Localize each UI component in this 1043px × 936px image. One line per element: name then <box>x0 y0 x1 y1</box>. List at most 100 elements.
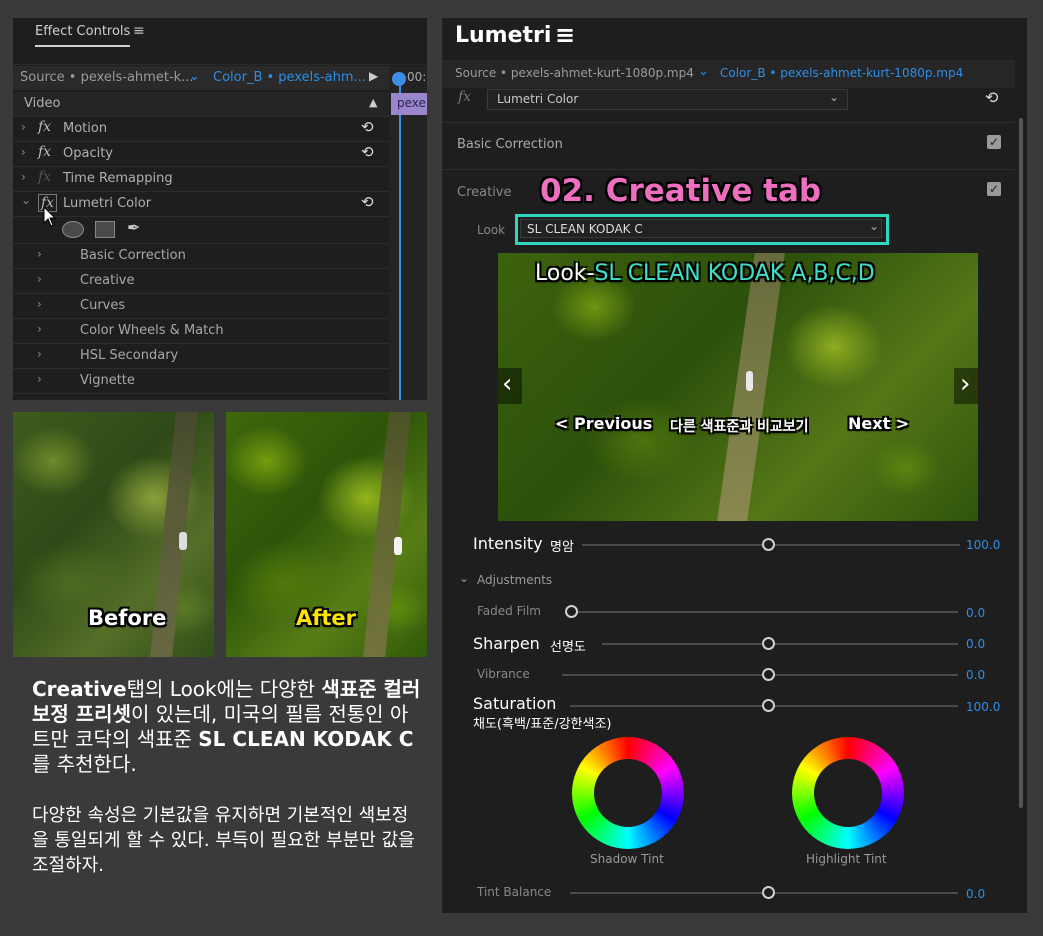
chevron-right-icon[interactable]: › <box>21 120 26 134</box>
sharpen-slider-knob[interactable] <box>762 637 775 650</box>
effect-row-motion[interactable]: › fx Motion ⟲ <box>13 117 389 142</box>
lumetri-section-row[interactable]: › HSL Secondary <box>13 344 389 369</box>
intensity-slider-knob[interactable] <box>762 538 775 551</box>
faded-film-label: Faded Film <box>477 604 541 618</box>
lumetri-section-row[interactable]: › Vignette <box>13 369 389 394</box>
saturation-slider-knob[interactable] <box>762 699 775 712</box>
chevron-right-icon[interactable]: › <box>21 145 26 159</box>
chevron-right-icon[interactable]: › <box>37 372 42 386</box>
desc-text: 를 추천한다. <box>32 752 137 776</box>
panel-menu-icon[interactable]: ≡ <box>133 23 145 39</box>
previous-label[interactable]: < Previous <box>555 414 652 433</box>
basic-correction-header[interactable]: Basic Correction ✓ <box>442 122 1015 170</box>
chevron-right-icon[interactable]: › <box>37 322 42 336</box>
tint-balance-value[interactable]: 0.0 <box>966 887 985 901</box>
effect-row-time-remapping[interactable]: › fx Time Remapping <box>13 167 389 192</box>
section-label: Basic Correction <box>80 248 186 263</box>
source-label[interactable]: Source • pexels-ahmet-kurt-1080p.mp4 <box>455 66 694 80</box>
section-label: Creative <box>80 273 135 288</box>
intensity-value[interactable]: 100.0 <box>966 538 1000 552</box>
lumetri-section-row[interactable]: › Color Wheels & Match <box>13 319 389 344</box>
effect-select[interactable]: Lumetri Color ⌄ <box>487 89 848 110</box>
fx-icon[interactable]: fx <box>38 119 51 135</box>
lumetri-title[interactable]: Lumetri <box>455 23 551 48</box>
next-label[interactable]: Next > <box>848 414 909 433</box>
section-label: Color Wheels & Match <box>80 323 224 338</box>
fx-icon[interactable]: fx <box>38 144 51 160</box>
fx-icon[interactable]: fx <box>458 89 471 105</box>
chevron-right-icon[interactable]: › <box>37 247 42 261</box>
chevron-down-icon[interactable]: ⌄ <box>189 69 200 84</box>
shadow-tint-wheel[interactable] <box>572 737 684 849</box>
reset-icon[interactable]: ⟲ <box>985 88 998 107</box>
highlight-tint-label: Highlight Tint <box>806 852 887 866</box>
desc-bold: SL CLEAN KODAK C <box>198 727 414 751</box>
vibrance-slider-knob[interactable] <box>762 668 775 681</box>
source-label[interactable]: Source • pexels-ahmet-k... <box>20 70 194 85</box>
intensity-kor-label: 명암 <box>550 540 574 555</box>
chevron-down-icon[interactable]: ⌄ <box>829 90 839 104</box>
vibrance-slider[interactable] <box>562 674 958 676</box>
mini-timeline[interactable] <box>389 66 427 400</box>
clip-label[interactable]: Color_B • pexels-ahm... <box>213 70 366 85</box>
effect-row-opacity[interactable]: › fx Opacity ⟲ <box>13 142 389 167</box>
previous-arrow-button[interactable]: ‹ <box>498 368 522 404</box>
person-figure <box>179 532 187 550</box>
chevron-down-icon[interactable]: ⌄ <box>21 193 31 207</box>
lumetri-section-row[interactable]: › Creative <box>13 269 389 294</box>
play-arrow-icon[interactable]: ▶ <box>369 69 378 83</box>
faded-film-slider-knob[interactable] <box>565 605 578 618</box>
panel-menu-icon[interactable]: ≡ <box>555 21 575 49</box>
look-select-value: SL CLEAN KODAK C <box>527 222 643 236</box>
creative-label[interactable]: Creative <box>457 185 512 200</box>
lumetri-panel: Lumetri ≡ Source • pexels-ahmet-kurt-108… <box>442 18 1027 913</box>
faded-film-slider[interactable] <box>570 611 958 613</box>
chevron-right-icon[interactable]: › <box>37 297 42 311</box>
sharpen-value[interactable]: 0.0 <box>966 637 985 651</box>
reset-icon[interactable]: ⟲ <box>361 118 374 136</box>
sharpen-label: Sharpen <box>473 634 540 653</box>
effect-row-lumetri-color[interactable]: ⌄ fx Lumetri Color ⟲ <box>13 192 389 217</box>
reset-icon[interactable]: ⟲ <box>361 193 374 211</box>
section-label: Curves <box>80 298 126 313</box>
tab-effect-controls[interactable]: Effect Controls <box>35 24 131 47</box>
person-figure <box>746 371 753 391</box>
fx-icon: fx <box>38 169 52 185</box>
vibrance-value[interactable]: 0.0 <box>966 668 985 682</box>
effect-select-value: Lumetri Color <box>497 92 579 106</box>
tint-balance-slider-knob[interactable] <box>762 886 775 899</box>
tint-balance-label: Tint Balance <box>477 885 552 899</box>
faded-film-value[interactable]: 0.0 <box>966 606 985 620</box>
after-label: After <box>296 606 357 630</box>
adjustments-label[interactable]: Adjustments <box>477 573 552 587</box>
effect-label: Lumetri Color <box>63 196 152 211</box>
timeline-clip[interactable]: pexel <box>391 93 427 115</box>
basic-correction-checkbox[interactable]: ✓ <box>987 135 1001 149</box>
lumetri-section-row[interactable]: › Basic Correction <box>13 244 389 269</box>
saturation-value[interactable]: 100.0 <box>966 700 1000 714</box>
creative-checkbox[interactable]: ✓ <box>987 182 1001 196</box>
next-arrow-button[interactable]: › <box>954 368 978 404</box>
basic-correction-label: Basic Correction <box>457 137 563 152</box>
chevron-right-icon[interactable]: › <box>37 347 42 361</box>
chevron-down-icon[interactable]: ⌄ <box>459 571 469 585</box>
rectangle-mask-icon[interactable] <box>95 221 115 238</box>
collapse-up-icon[interactable]: ▲ <box>369 96 377 109</box>
highlight-tint-wheel[interactable] <box>792 737 904 849</box>
scrollbar[interactable] <box>1019 118 1023 808</box>
pen-tool-icon[interactable]: ✒ <box>127 218 140 237</box>
compare-label: 다른 색표준과 비교보기 <box>670 419 809 435</box>
sharpen-slider[interactable] <box>602 643 958 645</box>
chevron-right-icon[interactable]: › <box>21 170 26 184</box>
clip-label[interactable]: Color_B • pexels-ahmet-kurt-1080p.mp4 <box>720 66 963 80</box>
lumetri-section-row[interactable]: › Curves <box>13 294 389 319</box>
ellipse-mask-icon[interactable] <box>62 221 84 238</box>
timecode: 00:00 <box>407 70 427 84</box>
intensity-label: Intensity <box>473 534 543 553</box>
chevron-down-icon[interactable]: ⌄ <box>869 219 879 233</box>
section-label: Vignette <box>80 373 135 388</box>
look-select[interactable]: SL CLEAN KODAK C ⌄ <box>520 219 882 238</box>
chevron-down-icon[interactable]: ⌄ <box>698 64 709 79</box>
reset-icon[interactable]: ⟲ <box>361 143 374 161</box>
chevron-right-icon[interactable]: › <box>37 272 42 286</box>
